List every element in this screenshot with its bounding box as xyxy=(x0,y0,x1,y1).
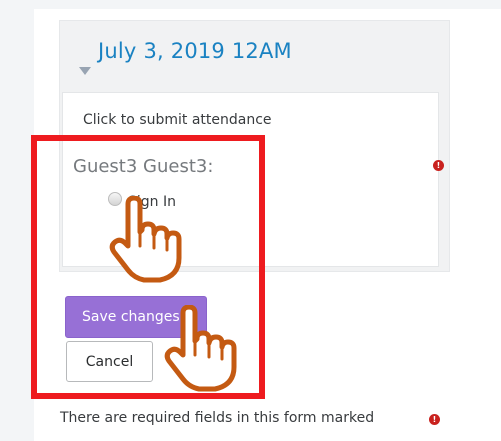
exclamation-circle-icon: ! xyxy=(433,160,444,171)
cancel-button[interactable]: Cancel xyxy=(66,341,153,382)
page-margin-top xyxy=(34,0,501,9)
attendance-prompt: Click to submit attendance xyxy=(83,112,272,128)
page-margin xyxy=(0,0,34,441)
session-title[interactable]: July 3, 2019 12AM xyxy=(98,39,292,63)
guest-label: Guest3 Guest3: xyxy=(73,156,214,177)
sign-in-radio[interactable] xyxy=(108,192,122,206)
save-changes-button[interactable]: Save changes xyxy=(65,296,207,338)
required-fields-note: There are required fields in this form m… xyxy=(60,410,375,426)
exclamation-circle-icon: ! xyxy=(429,414,440,425)
chevron-down-icon[interactable] xyxy=(79,67,91,75)
sign-in-radio-label[interactable]: Sign In xyxy=(128,194,176,210)
session-header[interactable]: July 3, 2019 12AM xyxy=(60,21,449,91)
